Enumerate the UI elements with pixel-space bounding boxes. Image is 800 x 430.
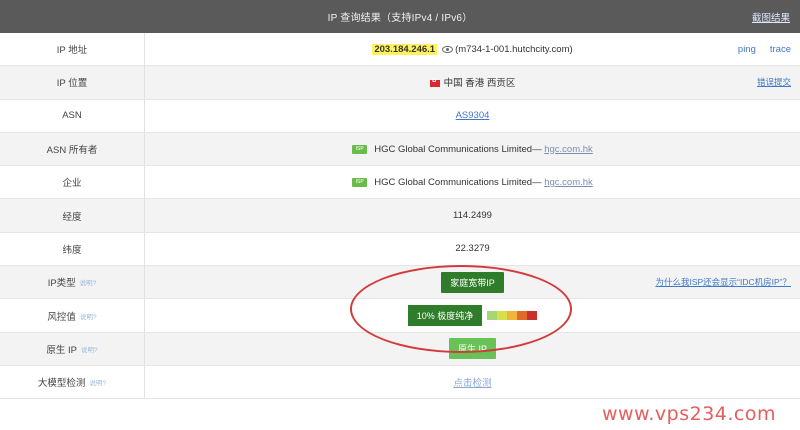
latitude-value: 22.3279: [455, 243, 490, 255]
isp-badge: ISP: [352, 177, 368, 187]
ip-address[interactable]: 203.184.246.1: [372, 43, 438, 55]
eye-icon[interactable]: [442, 45, 454, 53]
risk-help-link[interactable]: 说明?: [80, 311, 97, 321]
row-label: IP类型: [47, 278, 76, 290]
ip-type-help-link[interactable]: 说明?: [80, 277, 97, 287]
row-location: IP 位置 中国 香港 西贡区 错误提交: [0, 66, 800, 100]
result-table: IP 地址 203.184.246.1 (m734-1-001.hutchcity…: [0, 33, 800, 400]
row-label: 纬度: [0, 232, 145, 266]
risk-score-badge: 10% 极度纯净: [407, 305, 483, 327]
row-label: ASN: [0, 99, 145, 132]
row-label: 大模型检测: [37, 378, 86, 390]
risk-bar-segment: [497, 311, 508, 321]
asn-owner-domain-link[interactable]: hgc.com.hk: [544, 144, 593, 155]
row-company: 企业 ISP HGC Global Communications Limited—…: [0, 166, 800, 200]
result-header: IP 查询结果（支持IPv4 / IPv6） 截图结果: [0, 0, 800, 33]
asn-owner-name: HGC Global Communications Limited—: [374, 143, 542, 155]
header-title: IP 查询结果（支持IPv4 / IPv6）: [327, 13, 473, 24]
row-asn-owner: ASN 所有者 ISP HGC Global Communications Lim…: [0, 132, 800, 167]
row-asn: ASN AS9304: [0, 99, 800, 133]
native-help-link[interactable]: 说明?: [81, 344, 98, 354]
idc-question-link[interactable]: 为什么我ISP还会显示“IDC机房IP”？: [655, 276, 791, 288]
trace-link[interactable]: trace: [770, 44, 791, 55]
risk-bar-segment: [517, 311, 528, 321]
location-value: 中国 香港 西贡区: [443, 78, 516, 90]
risk-bar-segment: [507, 311, 518, 321]
row-latitude: 纬度 22.3279: [0, 232, 800, 267]
screenshot-result-link[interactable]: 截图结果: [752, 10, 790, 24]
hostname: (m734-1-001.hutchcity.com): [455, 43, 573, 55]
hong-kong-flag-icon: [429, 77, 440, 88]
row-label: ASN 所有者: [0, 132, 145, 166]
llm-help-link[interactable]: 说明?: [89, 377, 106, 387]
company-domain-link[interactable]: hgc.com.hk: [544, 177, 593, 188]
longitude-value: 114.2499: [453, 210, 492, 222]
row-ip: IP 地址 203.184.246.1 (m734-1-001.hutchcity…: [0, 33, 800, 67]
row-llm-detect: 大模型检测 说明? 点击检测: [0, 365, 800, 400]
isp-badge: ISP: [352, 144, 368, 154]
risk-level-bar: [487, 311, 538, 321]
click-detect-link[interactable]: 点击检测: [453, 375, 491, 389]
row-label: 原生 IP: [46, 344, 77, 356]
ip-type-badge: 家庭宽带IP: [441, 271, 504, 293]
row-label: IP 地址: [0, 33, 145, 66]
row-label: 企业: [0, 166, 145, 199]
company-name: HGC Global Communications Limited—: [374, 176, 542, 188]
row-ip-type: IP类型 说明? 家庭宽带IP 为什么我ISP还会显示“IDC机房IP”？: [0, 266, 800, 300]
ping-link[interactable]: ping: [738, 44, 756, 55]
asn-link[interactable]: AS9304: [456, 110, 490, 121]
row-native-ip: 原生 IP 说明? 原生 IP: [0, 332, 800, 366]
row-longitude: 经度 114.2499: [0, 199, 800, 233]
risk-bar-segment: [487, 311, 498, 321]
report-error-link[interactable]: 错误提交: [757, 76, 791, 88]
risk-bar-segment: [527, 311, 538, 321]
row-label: 经度: [0, 199, 145, 232]
watermark: www.vps234.com: [602, 403, 777, 425]
row-label: IP 位置: [0, 66, 145, 99]
row-label: 风控值: [47, 311, 76, 323]
row-risk: 风控值 说明? 10% 极度纯净: [0, 299, 800, 333]
native-ip-badge: 原生 IP: [448, 338, 496, 360]
